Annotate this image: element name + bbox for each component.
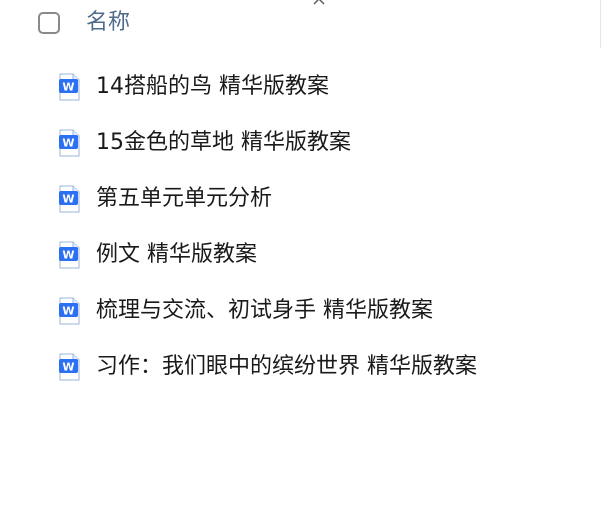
word-doc-icon: W <box>58 297 80 325</box>
file-name[interactable]: 14搭船的鸟 精华版教案 <box>96 69 329 105</box>
word-doc-icon: W <box>58 241 80 269</box>
file-name[interactable]: 第五单元单元分析 <box>96 181 272 217</box>
file-row[interactable]: W 15金色的草地 精华版教案 <box>58 125 477 181</box>
file-row[interactable]: W 第五单元单元分析 <box>58 181 477 237</box>
file-row[interactable]: W 梳理与交流、初试身手 精华版教案 <box>58 293 477 349</box>
svg-text:W: W <box>62 249 74 262</box>
svg-text:W: W <box>62 361 74 374</box>
file-name[interactable]: 15金色的草地 精华版教案 <box>96 125 351 161</box>
svg-text:W: W <box>62 81 74 94</box>
svg-text:W: W <box>62 193 74 206</box>
file-row[interactable]: W 例文 精华版教案 <box>58 237 477 293</box>
file-name[interactable]: 习作：我们眼中的缤纷世界 精华版教案 <box>96 349 477 385</box>
panel-divider <box>600 0 601 48</box>
file-list: W 14搭船的鸟 精华版教案 W 15金色的草地 精华版教案 W 第五单元单元分… <box>58 69 477 405</box>
list-header: 名称 <box>38 9 130 37</box>
file-name[interactable]: 梳理与交流、初试身手 精华版教案 <box>96 293 433 329</box>
file-name[interactable]: 例文 精华版教案 <box>96 237 257 273</box>
word-doc-icon: W <box>58 185 80 213</box>
select-all-checkbox[interactable] <box>38 12 60 34</box>
file-row[interactable]: W 14搭船的鸟 精华版教案 <box>58 69 477 125</box>
svg-text:W: W <box>62 305 74 318</box>
file-row[interactable]: W 习作：我们眼中的缤纷世界 精华版教案 <box>58 349 477 405</box>
word-doc-icon: W <box>58 129 80 157</box>
word-doc-icon: W <box>58 353 80 381</box>
word-doc-icon: W <box>58 73 80 101</box>
svg-text:W: W <box>62 137 74 150</box>
close-icon[interactable] <box>312 0 326 5</box>
column-header-name[interactable]: 名称 <box>86 9 130 37</box>
file-list-panel: 名称 W 14搭船的鸟 精华版教案 W 15金色的草地 精华版教案 W 第五单元… <box>0 0 605 505</box>
